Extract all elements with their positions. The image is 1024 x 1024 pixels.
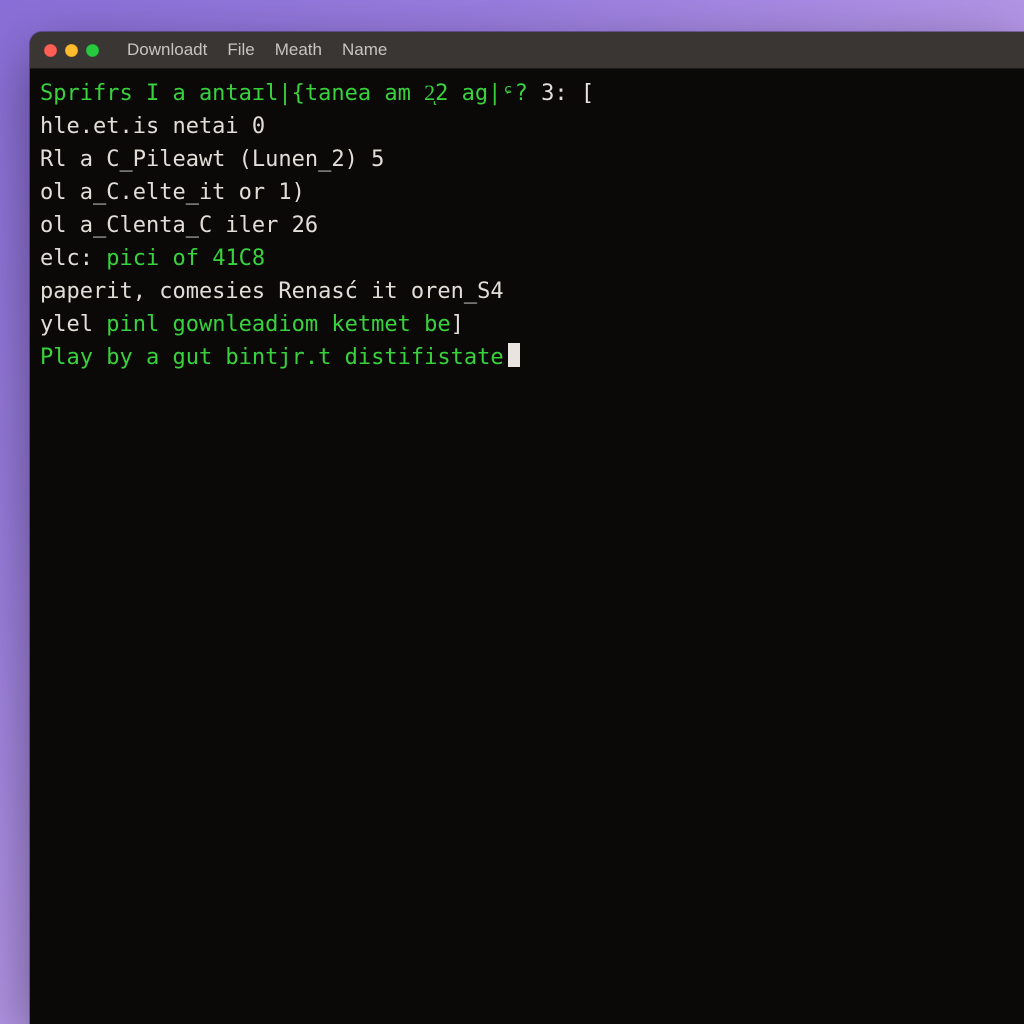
terminal-text: ol a_Clenta_C iler 26 <box>40 213 318 238</box>
terminal-text: pici of 41C8 <box>106 246 265 271</box>
window-titlebar[interactable]: Downloadt File Meath Name <box>30 32 1024 69</box>
terminal-output[interactable]: Sprifrs I a antaɪl|{tanea am 2ͅ2 ag|ᶝ? 3… <box>30 69 1024 1024</box>
terminal-line: elc: pici of 41C8 <box>40 242 1014 275</box>
terminal-line: ol a_Clenta_C iler 26 <box>40 209 1014 242</box>
zoom-icon[interactable] <box>86 44 99 57</box>
terminal-line: ylel pinl gownleadiom ketmet be] <box>40 308 1014 341</box>
menu-bar: Downloadt File Meath Name <box>119 37 395 63</box>
terminal-line: hle.et.is netai 0 <box>40 110 1014 143</box>
menu-downloadt[interactable]: Downloadt <box>119 37 215 63</box>
minimize-icon[interactable] <box>65 44 78 57</box>
terminal-line: Play by a gut bintjr.t distifistate <box>40 341 1014 374</box>
menu-file[interactable]: File <box>219 37 262 63</box>
terminal-text: elc: <box>40 246 106 271</box>
terminal-line: Sprifrs I a antaɪl|{tanea am 2ͅ2 ag|ᶝ? 3… <box>40 77 1014 110</box>
close-icon[interactable] <box>44 44 57 57</box>
terminal-line: Rl a C_Pileawt (Lunen_2) 5 <box>40 143 1014 176</box>
terminal-text: ol a_C.elte_it or 1) <box>40 180 305 205</box>
terminal-text: hle.et.is netai 0 <box>40 114 265 139</box>
terminal-text: 3: <box>528 81 581 106</box>
terminal-line: paperit, comesies Renasć it oren_S4 <box>40 275 1014 308</box>
terminal-text: ylel <box>40 312 106 337</box>
terminal-window: Downloadt File Meath Name Sprifrs I a an… <box>30 32 1024 1024</box>
cursor-ibeam-icon: [ <box>581 77 594 110</box>
cursor-block-icon <box>508 343 520 367</box>
menu-name[interactable]: Name <box>334 37 395 63</box>
terminal-text: Rl a C_Pileawt (Lunen_2) 5 <box>40 147 384 172</box>
menu-meath[interactable]: Meath <box>267 37 330 63</box>
traffic-lights <box>44 44 99 57</box>
terminal-text: ] <box>451 312 464 337</box>
terminal-text: pinl gownleadiom ketmet be <box>106 312 450 337</box>
terminal-line: ol a_C.elte_it or 1) <box>40 176 1014 209</box>
terminal-text: Sprifrs I a antaɪl|{tanea am 2ͅ2 ag|ᶝ? <box>40 81 528 106</box>
terminal-text: paperit, comesies Renasć it oren_S4 <box>40 279 504 304</box>
desktop-background: Downloadt File Meath Name Sprifrs I a an… <box>0 0 1024 1024</box>
terminal-text: Play by a gut bintjr.t distifistate <box>40 345 504 370</box>
